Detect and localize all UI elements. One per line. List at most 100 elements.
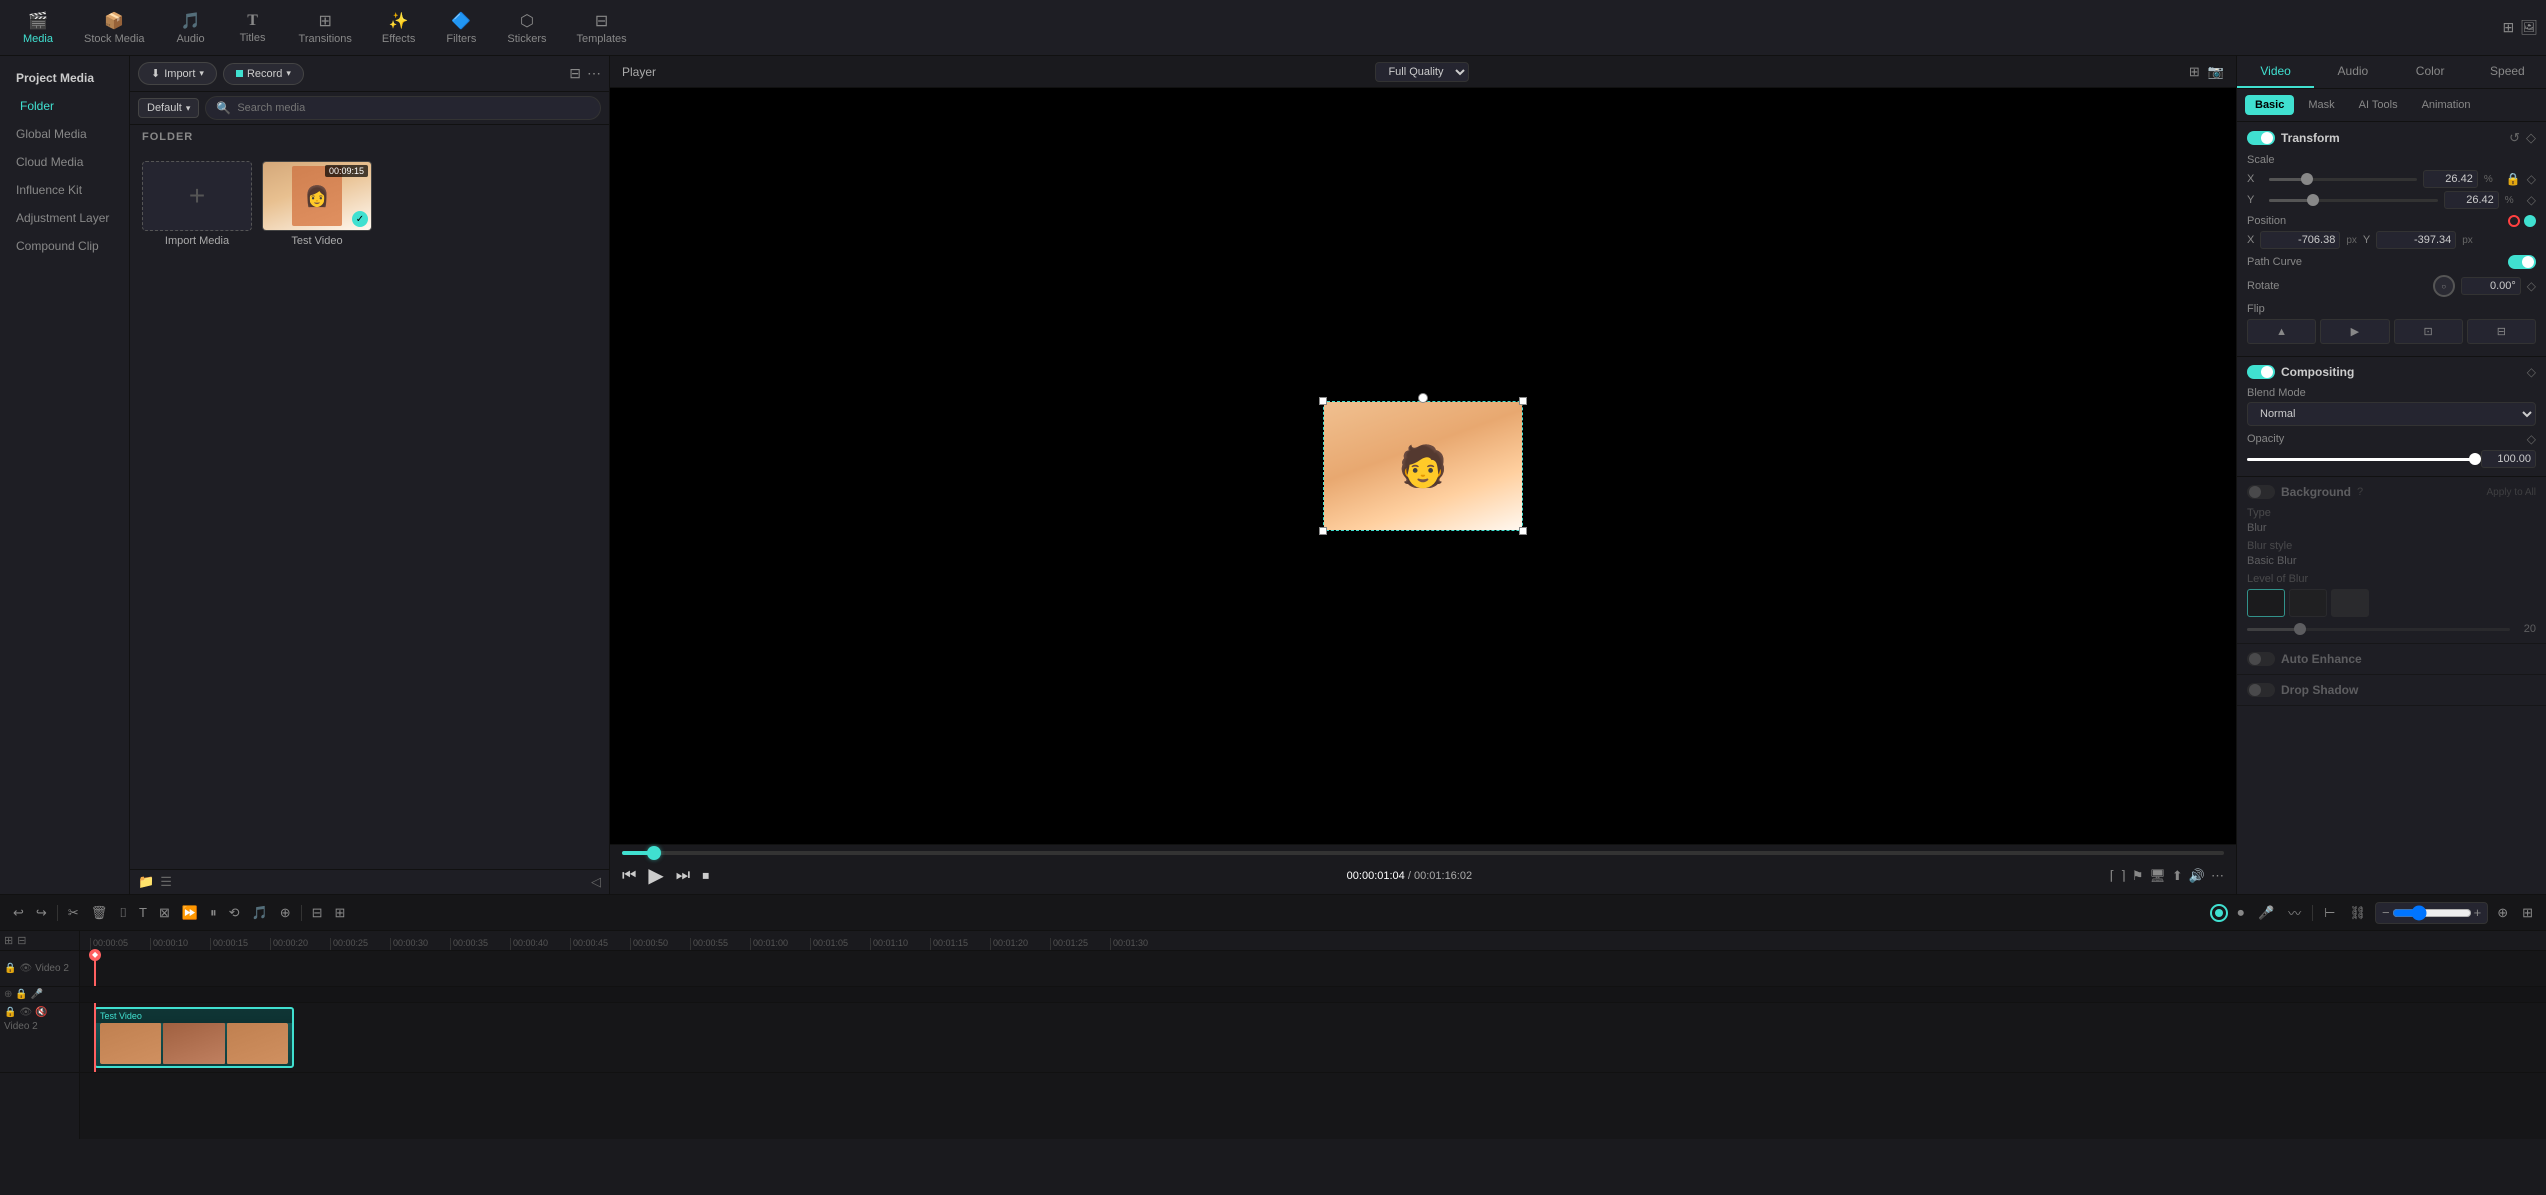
opacity-input[interactable] (2481, 450, 2536, 468)
position-red-circle[interactable] (2508, 215, 2520, 227)
sidebar-item-global-media[interactable]: Global Media (4, 121, 125, 147)
flip-btn-4[interactable]: ⊟ (2467, 319, 2536, 344)
sidebar-item-project-media[interactable]: Project Media (4, 65, 125, 91)
path-curve-toggle[interactable] (2508, 255, 2536, 269)
tl-link-btn[interactable]: ⛓ (2344, 902, 2371, 924)
tl-btn-split[interactable]: ⌷ (114, 902, 132, 924)
stop-button[interactable]: ⏹ (702, 867, 709, 884)
play-button[interactable]: ▶ (648, 863, 663, 888)
scale-y-keyframe-icon[interactable]: ◇ (2527, 193, 2536, 207)
track-toggle-icon[interactable]: ⊟ (17, 934, 26, 947)
apply-to-all-btn[interactable]: Apply to All (2487, 487, 2536, 498)
subtab-animation[interactable]: Animation (2412, 95, 2481, 115)
blur-thumb-3[interactable] (2331, 589, 2369, 617)
anchor-bottomright[interactable] (1519, 527, 1527, 535)
anchor-topleft[interactable] (1319, 397, 1327, 405)
sidebar-item-compound-clip[interactable]: Compound Clip (4, 233, 125, 259)
scale-x-slider[interactable] (2269, 178, 2417, 181)
tl-record-btn[interactable]: ⏺ (2232, 902, 2249, 924)
tab-audio[interactable]: Audio (2314, 56, 2391, 88)
track-add-icon[interactable]: ⊕ (4, 989, 12, 1000)
nav-item-media[interactable]: 🎬 Media (8, 7, 68, 49)
tl-btn-redo[interactable]: ↪ (31, 902, 52, 924)
subtab-mask[interactable]: Mask (2298, 95, 2344, 115)
camera-icon[interactable]: 📷 (2208, 64, 2224, 80)
sidebar-item-adjustment-layer[interactable]: Adjustment Layer (4, 205, 125, 231)
track1-lock-icon[interactable]: 🔒 (4, 1007, 16, 1018)
import-button[interactable]: ⬇ Import ▾ (138, 62, 217, 85)
import-media-thumb[interactable]: + (142, 161, 252, 231)
expand-icon[interactable]: ⊞ (4, 934, 13, 947)
new-folder-icon[interactable]: 📁 (138, 874, 154, 890)
position-teal-dot[interactable] (2524, 215, 2536, 227)
import-media-item[interactable]: + Import Media (142, 161, 252, 247)
forward-button[interactable]: ⏭ (676, 867, 690, 885)
scale-y-input[interactable] (2444, 191, 2499, 209)
background-toggle[interactable] (2247, 485, 2275, 499)
auto-enhance-toggle[interactable] (2247, 652, 2275, 666)
test-video-item[interactable]: 👩 00:09:15 ✓ Test Video (262, 161, 372, 247)
tl-btn-delete[interactable]: 🗑 (86, 902, 113, 924)
tl-btn-cut[interactable]: ✂ (63, 902, 84, 924)
export-icon[interactable]: ⬆ (2172, 868, 2183, 884)
track1-mute-icon[interactable]: 🔇 (35, 1007, 47, 1018)
rewind-button[interactable]: ⏮ (622, 867, 636, 885)
zoom-slider[interactable] (2392, 905, 2472, 921)
scale-x-input[interactable] (2423, 170, 2478, 188)
transform-toggle[interactable] (2247, 131, 2275, 145)
progress-bar-container[interactable] (622, 851, 2224, 855)
position-y-input[interactable] (2376, 231, 2456, 249)
tl-wave-btn[interactable]: 〰 (2283, 900, 2306, 925)
blur-slider[interactable] (2247, 628, 2510, 631)
subtab-aitools[interactable]: AI Tools (2349, 95, 2408, 115)
test-video-thumb[interactable]: 👩 00:09:15 ✓ (262, 161, 372, 231)
blend-mode-select[interactable]: Normal (2247, 402, 2536, 426)
tl-btn-reverse[interactable]: ⟲ (224, 902, 245, 924)
tl-btn-speed[interactable]: ⏩ (177, 902, 203, 924)
full-screen-icon[interactable]: ⊞ (2189, 64, 2200, 80)
anchor-topright[interactable] (1519, 397, 1527, 405)
playhead[interactable]: ⬥ (94, 951, 96, 986)
nav-item-titles[interactable]: T Titles (223, 8, 283, 48)
in-point-icon[interactable]: ⌈ (2110, 868, 2115, 884)
list-view-icon[interactable]: ☰ (160, 874, 172, 890)
record-button[interactable]: Record ▾ (223, 63, 304, 85)
view-toggle[interactable]: ⊞ 🖼 (2502, 19, 2538, 36)
zoom-minus[interactable]: − (2382, 905, 2390, 920)
rotate-input[interactable] (2461, 277, 2521, 295)
anchor-bottomleft[interactable] (1319, 527, 1327, 535)
monitor-icon[interactable]: 🖥 (2149, 868, 2166, 884)
position-x-input[interactable] (2260, 231, 2340, 249)
sound-icon[interactable]: 🔊 (2189, 868, 2205, 884)
flip-btn-3[interactable]: ⊡ (2394, 319, 2463, 344)
tl-btn-audio[interactable]: 🎵 (247, 902, 273, 924)
tl-grid-btn[interactable]: ⊞ (2517, 902, 2538, 924)
drop-shadow-toggle[interactable] (2247, 683, 2275, 697)
nav-item-filters[interactable]: 🔷 Filters (431, 7, 491, 49)
record-dot-btn[interactable] (2210, 904, 2228, 922)
tab-speed[interactable]: Speed (2469, 56, 2546, 88)
sidebar-item-folder[interactable]: Folder (4, 93, 125, 119)
main-video-clip[interactable]: Test Video (94, 1007, 294, 1068)
track-eye-icon[interactable]: 👁 (19, 963, 32, 974)
scale-keyframe-icon[interactable]: ◇ (2527, 172, 2536, 186)
track-mic-icon[interactable]: 🎤 (31, 989, 43, 1000)
quality-select[interactable]: Full Quality (1375, 62, 1469, 82)
compositing-keyframe-icon[interactable]: ◇ (2527, 365, 2536, 379)
lock-scale-icon[interactable]: 🔒 (2506, 172, 2521, 186)
blur-thumb-2[interactable] (2289, 589, 2327, 617)
flip-horizontal-btn[interactable]: ▶ (2320, 319, 2389, 344)
more-icon[interactable]: ⋯ (587, 65, 601, 82)
compositing-toggle[interactable] (2247, 365, 2275, 379)
tl-btn-freeze[interactable]: ⏸ (205, 902, 222, 924)
tl-btn-undo[interactable]: ↩ (8, 902, 29, 924)
filter-icon[interactable]: ⊟ (569, 65, 581, 82)
background-help-icon[interactable]: ? (2357, 486, 2363, 498)
tl-trim-btn[interactable]: ⊢ (2319, 902, 2340, 924)
nav-item-effects[interactable]: ✨ Effects (368, 7, 429, 49)
collapse-icon[interactable]: ◁ (591, 874, 601, 890)
nav-item-transitions[interactable]: ⊞ Transitions (285, 7, 366, 49)
sidebar-item-influence-kit[interactable]: Influence Kit (4, 177, 125, 203)
nav-item-audio[interactable]: 🎵 Audio (161, 7, 221, 49)
tl-btn-text[interactable]: T (134, 902, 152, 923)
